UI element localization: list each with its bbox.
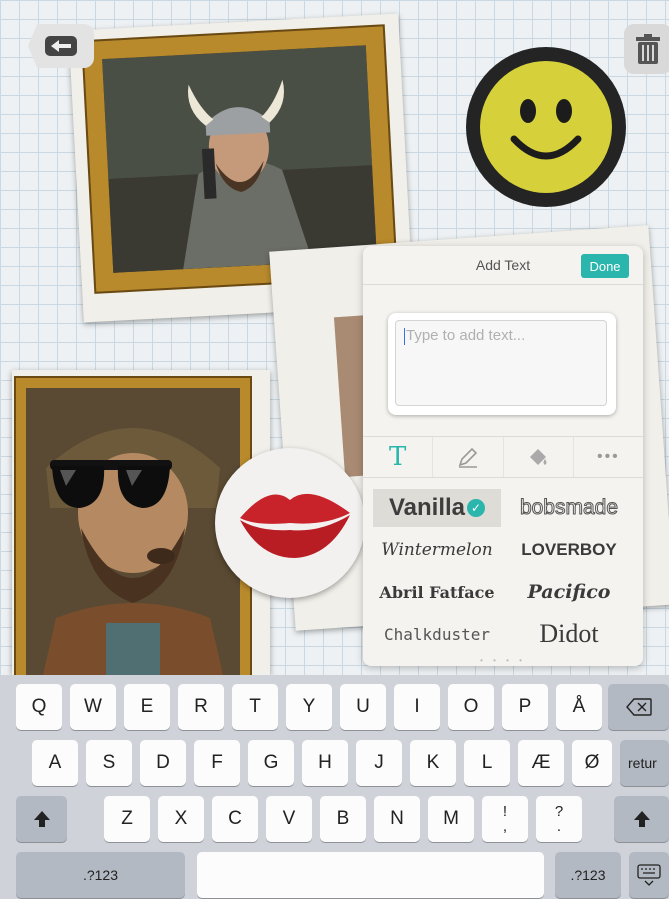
key-s[interactable]: S (86, 740, 132, 786)
tab-more[interactable]: ••• (574, 437, 643, 477)
style-tabs: T ••• (363, 436, 643, 478)
key-e[interactable]: E (124, 684, 170, 730)
key-n[interactable]: N (374, 796, 420, 842)
text-input[interactable]: Type to add text... (395, 320, 607, 406)
key-t[interactable]: T (232, 684, 278, 730)
key-exclamation-comma[interactable]: ! , (482, 796, 528, 842)
font-label: Wintermelon (381, 540, 493, 560)
lips-shape (240, 493, 350, 558)
key-g[interactable]: G (248, 740, 294, 786)
key-k[interactable]: K (410, 740, 456, 786)
shift-icon (33, 811, 50, 827)
text-input-container: Type to add text... (388, 313, 616, 415)
backspace-icon (625, 698, 652, 716)
key-m[interactable]: M (428, 796, 474, 842)
add-text-panel: Add Text Done Type to add text... T ••• … (363, 246, 643, 666)
tab-pen-color[interactable] (433, 437, 504, 477)
shift-key-left[interactable] (16, 796, 67, 842)
numbers-key-right[interactable]: .?123 (555, 852, 621, 898)
key-ae[interactable]: Æ (518, 740, 564, 786)
pen-color-icon (458, 447, 478, 468)
shift-icon (633, 811, 650, 827)
backspace-key[interactable] (608, 684, 669, 730)
key-y[interactable]: Y (286, 684, 332, 730)
font-label: Chalkduster (384, 624, 490, 644)
tab-fill[interactable] (504, 437, 574, 477)
smiley-sticker[interactable] (466, 47, 626, 207)
key-w[interactable]: W (70, 684, 116, 730)
key-l[interactable]: L (464, 740, 510, 786)
panel-header: Add Text Done (363, 246, 643, 285)
text-caret (404, 327, 405, 345)
hide-keyboard-key[interactable] (629, 852, 669, 898)
key-u[interactable]: U (340, 684, 386, 730)
text-input-placeholder: Type to add text... (406, 327, 526, 344)
font-label: LOVERBOY (521, 540, 617, 559)
key-v[interactable]: V (266, 796, 312, 842)
keyboard-dismiss-icon (637, 864, 661, 886)
font-option-abril-fatface[interactable]: Abril Fatface (373, 573, 501, 611)
collage-canvas[interactable]: Add Text Done Type to add text... T ••• … (0, 0, 669, 675)
key-h[interactable]: H (302, 740, 348, 786)
fisherman-portrait (26, 388, 240, 675)
key-b[interactable]: B (320, 796, 366, 842)
font-label: Vanilla (388, 494, 466, 521)
numbers-key-left[interactable]: .?123 (16, 852, 185, 898)
smiley-features (510, 99, 582, 160)
sunglasses-sticker[interactable] (46, 456, 176, 516)
arrow-left-icon (45, 36, 77, 56)
font-option-didot[interactable]: Didot (505, 615, 633, 653)
font-label: bobsmade (519, 496, 619, 520)
key-r[interactable]: R (178, 684, 224, 730)
check-icon: ✓ (467, 499, 486, 517)
back-button[interactable] (28, 24, 94, 68)
space-key[interactable] (197, 852, 544, 898)
key-a-ring[interactable]: Å (556, 684, 602, 730)
font-option-loverboy[interactable]: LOVERBOY (505, 531, 633, 569)
key-x[interactable]: X (158, 796, 204, 842)
lips-sticker[interactable] (215, 448, 365, 598)
font-option-wintermelon[interactable]: Wintermelon (373, 531, 501, 569)
key-q[interactable]: Q (16, 684, 62, 730)
key-p[interactable]: P (502, 684, 548, 730)
viking-portrait (102, 45, 377, 273)
tab-font[interactable]: T (363, 437, 434, 477)
done-button[interactable]: Done (581, 254, 629, 278)
font-label: Didot (539, 619, 599, 648)
trash-button[interactable] (624, 24, 669, 74)
font-label: Abril Fatface (379, 582, 495, 602)
key-f[interactable]: F (194, 740, 240, 786)
return-key[interactable]: retur (620, 740, 669, 786)
key-c[interactable]: C (212, 796, 258, 842)
trash-icon (636, 34, 660, 64)
page-indicator: • • • • (480, 656, 526, 665)
font-option-bobsmade[interactable]: bobsmade (505, 489, 633, 527)
key-z[interactable]: Z (104, 796, 150, 842)
keyboard: Q W E R T Y U I O P Å A S D F G H J K L … (0, 675, 669, 899)
font-option-vanilla[interactable]: Vanilla ✓ (373, 489, 501, 527)
key-d[interactable]: D (140, 740, 186, 786)
text-font-icon: T (388, 442, 407, 472)
font-label: Pacifico (527, 581, 611, 603)
key-i[interactable]: I (394, 684, 440, 730)
key-question-period[interactable]: ? . (536, 796, 582, 842)
fill-bucket-icon (530, 449, 547, 465)
key-o-slash[interactable]: Ø (572, 740, 612, 786)
font-option-pacifico[interactable]: Pacifico (505, 573, 633, 611)
smiley-face (480, 61, 612, 193)
key-o[interactable]: O (448, 684, 494, 730)
more-icon: ••• (596, 448, 620, 465)
font-option-chalkduster[interactable]: Chalkduster (373, 615, 501, 653)
key-j[interactable]: J (356, 740, 402, 786)
key-a[interactable]: A (32, 740, 78, 786)
shift-key-right[interactable] (614, 796, 669, 842)
